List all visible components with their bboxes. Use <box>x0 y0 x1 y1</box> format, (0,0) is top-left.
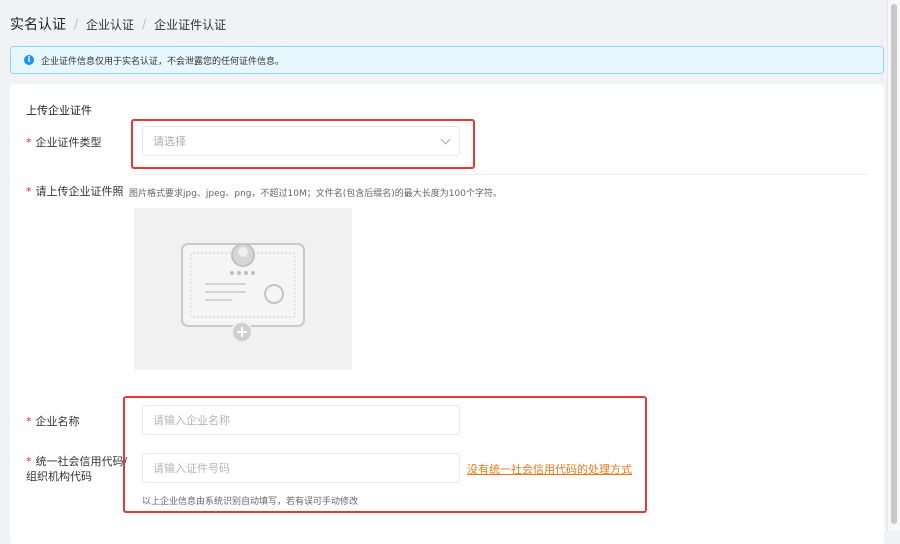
required-mark: * <box>26 455 32 468</box>
breadcrumb-separator: / <box>142 17 147 31</box>
required-mark: * <box>26 185 32 198</box>
cert-type-placeholder: 请选择 <box>153 135 186 148</box>
upload-label: * 请上传企业证件照 <box>26 185 124 198</box>
section-title: 上传企业证件 <box>26 104 92 117</box>
info-icon: i <box>24 55 34 65</box>
breadcrumb-current: 企业证件认证 <box>154 17 227 32</box>
breadcrumb-root[interactable]: 实名认证 <box>10 14 66 34</box>
divider <box>135 174 868 175</box>
company-name-input[interactable] <box>142 405 460 435</box>
required-mark: * <box>26 136 32 149</box>
cert-type-label: * 企业证件类型 <box>26 136 102 149</box>
info-alert: i 企业证件信息仅用于实名认证，不会泄露您的任何证件信息。 <box>10 46 884 74</box>
chevron-down-icon <box>440 134 451 144</box>
id-card-upload-icon <box>181 243 305 343</box>
upload-hint: 图片格式要求jpg、jpeg、png，不超过10M；文件名(包含后缀名)的最大长… <box>129 189 502 199</box>
alert-text: 企业证件信息仅用于实名认证，不会泄露您的任何证件信息。 <box>41 56 285 67</box>
credit-code-input[interactable] <box>142 453 460 483</box>
form-card: 上传企业证件 * 企业证件类型 请选择 * 请上传企业证件照 图片格式要求jpg、j… <box>10 84 884 544</box>
credit-code-label: * 统一社会信用代码/ 组织机构代码 <box>26 455 128 483</box>
required-mark: * <box>26 415 32 428</box>
scrollbar-thumb[interactable] <box>891 4 897 524</box>
autofill-hint: 以上企业信息由系统识别自动填写，若有误可手动修改 <box>142 497 359 507</box>
breadcrumb-separator: / <box>74 17 79 31</box>
no-credit-code-link[interactable]: 没有统一社会信用代码的处理方式 <box>467 461 632 477</box>
company-name-label: * 企业名称 <box>26 415 80 428</box>
cert-type-select[interactable]: 请选择 <box>142 126 460 156</box>
vertical-scrollbar[interactable] <box>887 0 900 531</box>
breadcrumb-level2[interactable]: 企业认证 <box>86 16 134 33</box>
upload-area[interactable] <box>134 208 352 370</box>
breadcrumb: 实名认证 / 企业认证 / 企业证件认证 <box>10 14 226 34</box>
